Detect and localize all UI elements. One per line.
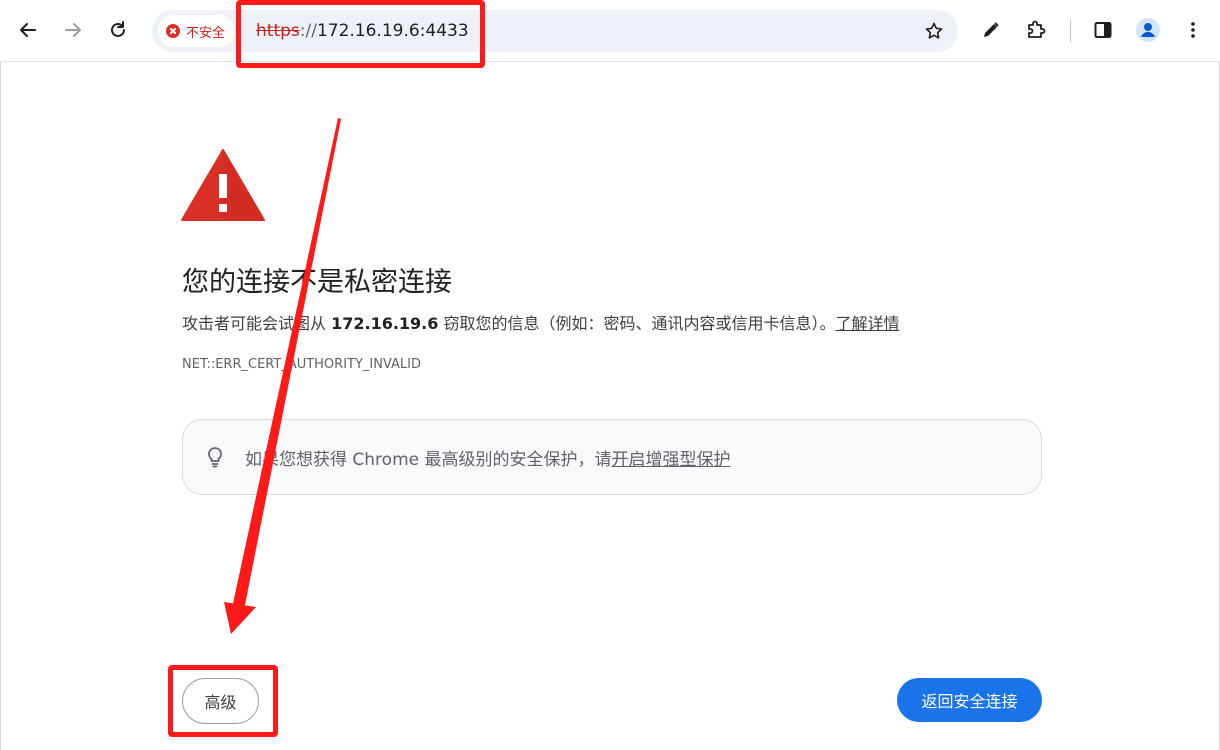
- reload-button[interactable]: [100, 12, 136, 48]
- security-chip[interactable]: 不安全: [158, 15, 236, 47]
- enhanced-prefix: 如果您想获得 Chrome 最高级别的安全保护，请: [245, 449, 612, 470]
- page-title: 您的连接不是私密连接: [182, 267, 452, 298]
- learn-more-link[interactable]: 了解详情: [835, 314, 899, 333]
- url-highlight-box: [236, 0, 485, 68]
- extensions-button[interactable]: [1018, 12, 1054, 48]
- edit-button[interactable]: [973, 12, 1009, 48]
- bookmark-button[interactable]: [922, 19, 946, 43]
- person-icon: [1136, 18, 1160, 42]
- kebab-menu-icon: [1191, 22, 1195, 38]
- puzzle-icon: [1028, 20, 1046, 38]
- description-host: 172.16.19.6: [331, 314, 439, 333]
- not-secure-icon: [166, 24, 180, 38]
- side-panel-button[interactable]: [1085, 12, 1121, 48]
- enhanced-protection-text: 如果您想获得 Chrome 最高级别的安全保护，请开启增强型保护: [245, 445, 731, 470]
- enable-enhanced-protection-link[interactable]: 开启增强型保护: [612, 450, 731, 470]
- enhanced-protection-box: 如果您想获得 Chrome 最高级别的安全保护，请开启增强型保护: [182, 419, 1042, 495]
- arrow-left-icon: [20, 23, 36, 37]
- profile-button[interactable]: [1130, 12, 1166, 48]
- back-button[interactable]: [10, 12, 46, 48]
- warning-triangle-icon: [181, 149, 265, 221]
- reload-icon: [111, 21, 125, 37]
- menu-button[interactable]: [1175, 12, 1211, 48]
- toolbar-divider: [1070, 20, 1071, 42]
- browser-toolbar: 不安全 https://172.16.19.6:4433: [0, 0, 1220, 62]
- security-label: 不安全: [186, 25, 226, 41]
- star-icon: [925, 22, 943, 39]
- arrow-right-icon: [65, 23, 81, 37]
- description-prefix: 攻击者可能会试图从: [182, 314, 332, 333]
- lightbulb-icon: [208, 447, 222, 468]
- side-panel-icon: [1094, 22, 1112, 38]
- pencil-icon: [984, 22, 999, 37]
- forward-button[interactable]: [55, 12, 91, 48]
- error-code[interactable]: NET::ERR_CERT_AUTHORITY_INVALID: [182, 357, 421, 372]
- back-to-safety-button[interactable]: 返回安全连接: [897, 678, 1042, 722]
- interstitial-page: 您的连接不是私密连接 攻击者可能会试图从 172.16.19.6 窃取您的信息（…: [0, 62, 1220, 750]
- description-suffix: 窃取您的信息（例如：密码、通讯内容或信用卡信息）。: [438, 314, 836, 333]
- advanced-highlight-box: [168, 665, 278, 737]
- warning-description: 攻击者可能会试图从 172.16.19.6 窃取您的信息（例如：密码、通讯内容或…: [182, 310, 900, 334]
